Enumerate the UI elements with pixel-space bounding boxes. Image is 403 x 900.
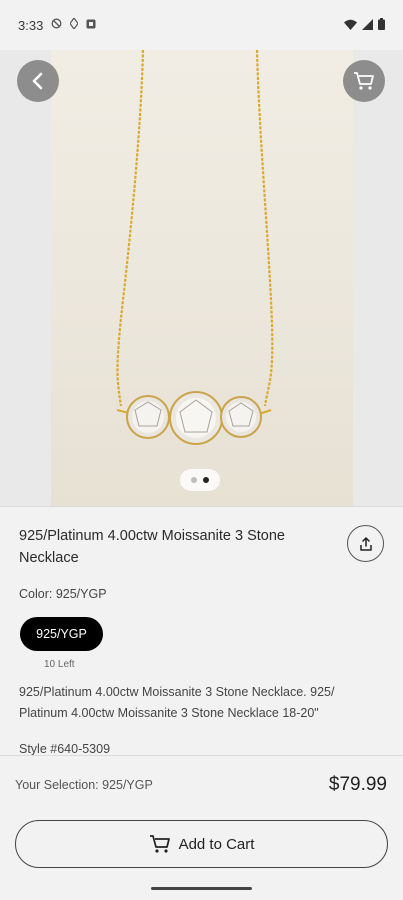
divider — [0, 506, 403, 507]
price: $79.99 — [328, 774, 387, 795]
cart-icon — [149, 835, 170, 853]
cart-button[interactable] — [343, 60, 385, 102]
product-description: 925/Platinum 4.00ctw Moissanite 3 Stone … — [19, 685, 335, 720]
carousel-dot-active[interactable] — [203, 477, 209, 483]
home-indicator[interactable] — [151, 887, 252, 890]
add-to-cart-label: Add to Cart — [178, 835, 255, 853]
wifi-icon — [344, 18, 357, 33]
signal-icon — [362, 18, 373, 33]
purchase-bar: Your Selection: 925/YGP $79.99 Add to Ca… — [0, 755, 403, 900]
share-icon — [359, 536, 372, 551]
back-button[interactable] — [17, 60, 59, 102]
selection-summary: Your Selection: 925/YGP — [15, 778, 153, 792]
product-title: 925/Platinum 4.00ctw Moissanite 3 Stone … — [19, 528, 285, 566]
do-not-disturb-icon — [51, 18, 62, 32]
add-to-cart-button[interactable]: Add to Cart — [15, 820, 388, 868]
color-option-button[interactable]: 925/YGP — [20, 617, 103, 651]
carousel-dot[interactable] — [191, 477, 197, 483]
carousel-page-indicator — [180, 469, 220, 491]
share-button[interactable] — [347, 525, 384, 562]
status-time: 3:33 — [18, 17, 44, 33]
chevron-left-icon — [32, 72, 43, 90]
battery-icon — [378, 17, 385, 33]
product-image-carousel[interactable] — [0, 50, 403, 506]
color-label: Color: 925/YGP — [19, 587, 107, 601]
status-bar: 3:33 — [0, 0, 403, 50]
notification-icon — [86, 19, 96, 32]
style-number: Style #640-5309 — [19, 742, 111, 755]
product-photo — [51, 50, 353, 506]
cart-icon — [354, 72, 374, 90]
stock-count: 10 Left — [44, 659, 75, 670]
data-saver-icon — [69, 16, 80, 32]
